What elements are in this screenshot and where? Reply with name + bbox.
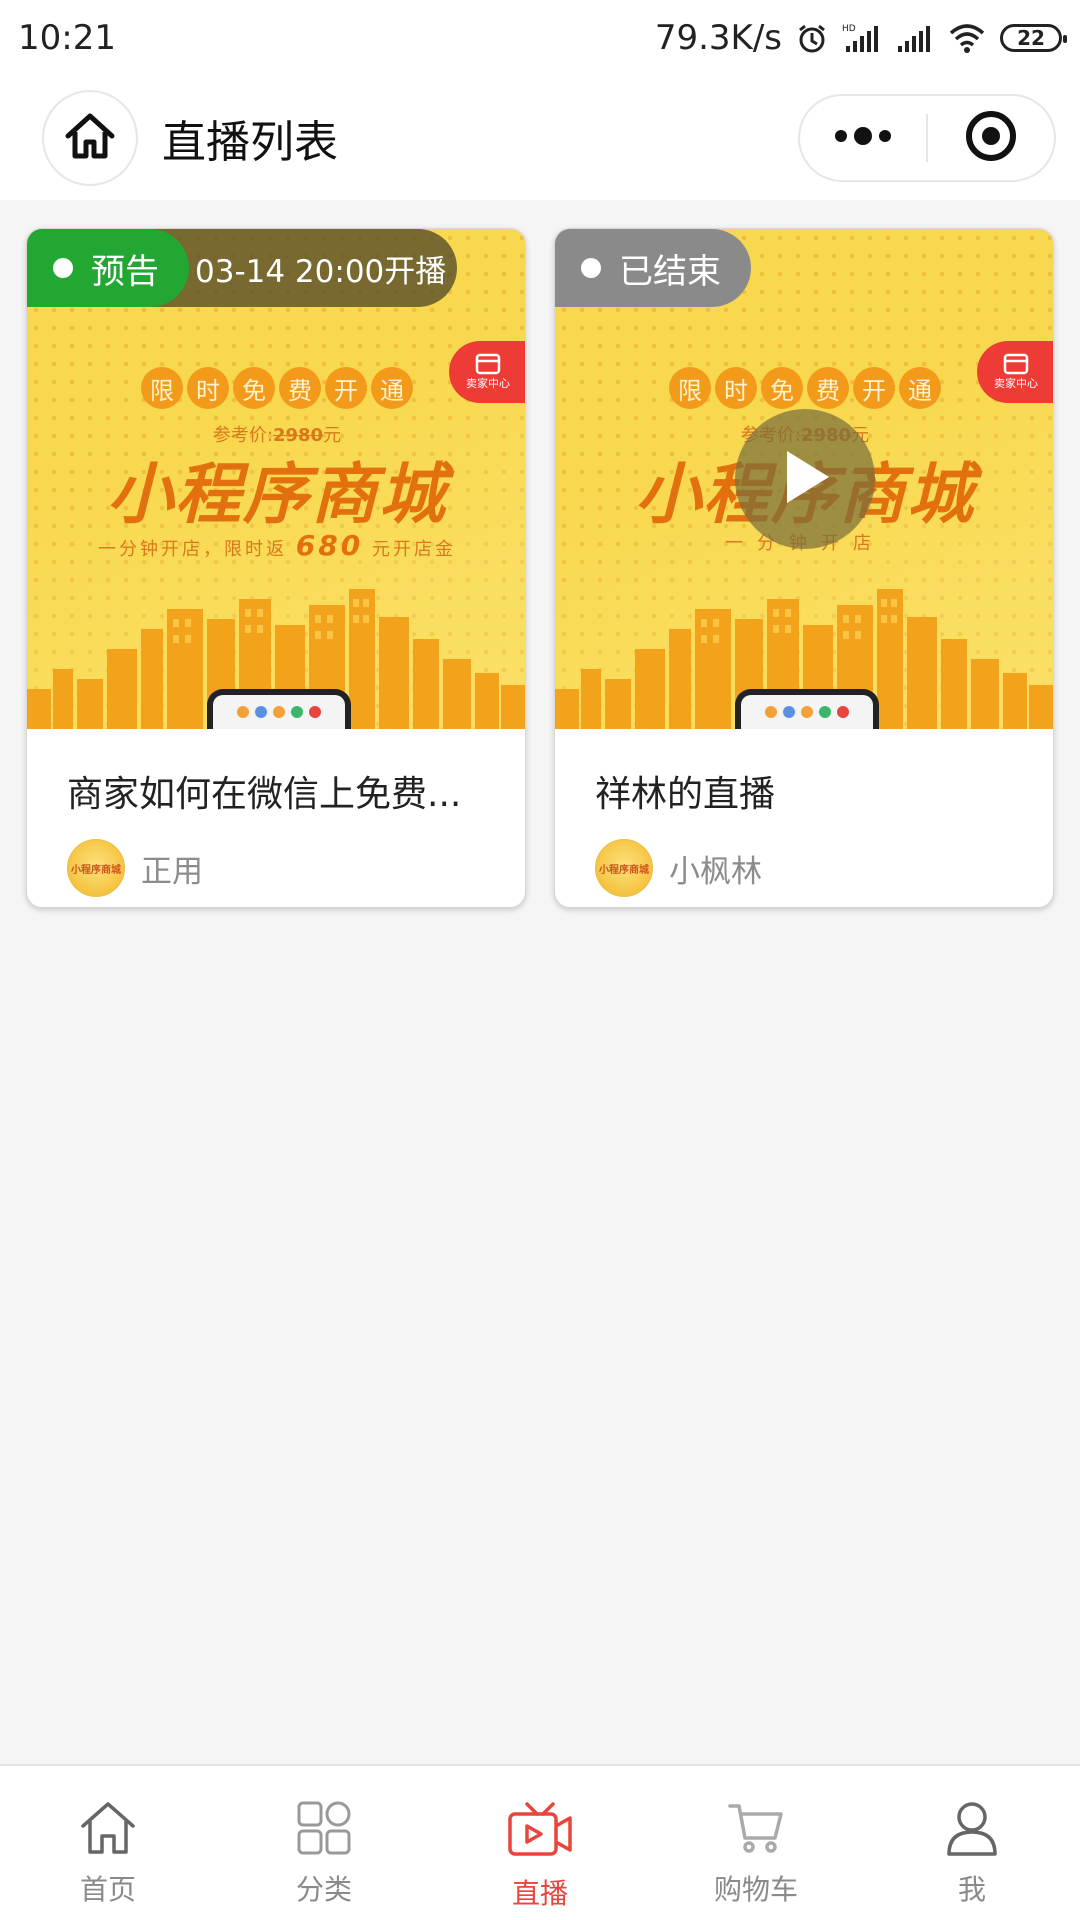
phone-mockup xyxy=(735,689,879,729)
status-bar: 10:21 79.3K/s HD 22 xyxy=(0,0,1080,76)
cover-pill: 免 xyxy=(233,367,275,409)
play-button[interactable] xyxy=(735,409,875,549)
avatar: 小程序商城 xyxy=(67,839,125,897)
cover-pill: 通 xyxy=(371,367,413,409)
cover-pill: 费 xyxy=(807,367,849,409)
signal-icon xyxy=(896,22,934,54)
live-title: 祥林的直播 xyxy=(595,774,776,815)
avatar: 小程序商城 xyxy=(595,839,653,897)
close-button[interactable] xyxy=(928,96,1054,180)
alarm-icon xyxy=(796,22,828,54)
cover-pill: 开 xyxy=(325,367,367,409)
status-badge: 已结束 xyxy=(555,229,751,307)
status-time: 10:21 xyxy=(18,18,116,58)
hd-signal-icon: HD xyxy=(842,22,882,54)
target-circle-icon xyxy=(963,108,1019,168)
author-name: 小枫林 xyxy=(669,853,762,890)
seller-center-badge: 卖家中心 xyxy=(977,341,1053,403)
live-card[interactable]: 限 时 免 费 开 通 参考价:2980元 小程序商城 一分钟开店 xyxy=(554,228,1054,908)
cover-subtitle: 一分钟开店，限时返 680 元开店金 xyxy=(98,529,456,562)
tab-bar: 首页 分类 直播 购物车 我 xyxy=(0,1764,1080,1920)
status-dot xyxy=(53,258,73,278)
cover-pill: 限 xyxy=(669,367,711,409)
author-name: 正用 xyxy=(141,853,203,890)
user-icon xyxy=(944,1800,1000,1860)
live-list: 限 时 免 费 开 通 参考价:2980元 小程序商城 一分钟开店，限时返 68… xyxy=(0,200,1080,1764)
more-dots-icon xyxy=(833,126,893,150)
home-icon xyxy=(64,112,116,164)
tab-home[interactable]: 首页 xyxy=(0,1766,216,1920)
cover-pill: 免 xyxy=(761,367,803,409)
tab-me[interactable]: 我 xyxy=(864,1766,1080,1920)
seller-center-badge: 卖家中心 xyxy=(449,341,525,403)
live-card[interactable]: 限 时 免 费 开 通 参考价:2980元 小程序商城 一分钟开店，限时返 68… xyxy=(26,228,526,908)
status-icons: 79.3K/s HD 22 xyxy=(654,18,1067,58)
tab-label: 首页 xyxy=(79,1873,136,1906)
status-badge: 预告 xyxy=(27,229,189,307)
page-title: 直播列表 xyxy=(162,117,338,168)
tab-label: 购物车 xyxy=(713,1873,798,1906)
phone-mockup xyxy=(207,689,351,729)
tab-label: 直播 xyxy=(511,1877,568,1910)
author-row: 小程序商城 小枫林 xyxy=(595,839,1013,897)
tab-cart[interactable]: 购物车 xyxy=(648,1766,864,1920)
home-button[interactable] xyxy=(42,90,138,186)
tab-category[interactable]: 分类 xyxy=(216,1766,432,1920)
tab-live[interactable]: 直播 xyxy=(432,1766,648,1920)
cover-headline: 小程序商城 xyxy=(107,456,447,533)
cover-pill: 限 xyxy=(141,367,183,409)
tab-label: 分类 xyxy=(295,1873,352,1906)
home-icon xyxy=(79,1800,137,1860)
live-cover[interactable]: 限 时 免 费 开 通 参考价:2980元 小程序商城 一分钟开店，限时返 68… xyxy=(27,229,525,729)
category-icon xyxy=(296,1800,352,1860)
live-cover[interactable]: 限 时 免 费 开 通 参考价:2980元 小程序商城 一分钟开店 xyxy=(555,229,1053,729)
battery-icon: 22 xyxy=(1000,24,1067,52)
cover-pill: 通 xyxy=(899,367,941,409)
cover-pill: 时 xyxy=(187,367,229,409)
cover-pill: 时 xyxy=(715,367,757,409)
cart-icon xyxy=(728,1800,784,1860)
live-title: 商家如何在微信上免费... xyxy=(67,774,462,815)
tab-label: 我 xyxy=(957,1873,986,1906)
status-dot xyxy=(581,258,601,278)
network-speed: 79.3K/s xyxy=(654,18,782,58)
cover-pill: 费 xyxy=(279,367,321,409)
author-row: 小程序商城 正用 xyxy=(67,839,485,897)
play-icon xyxy=(775,445,835,513)
cover-pill: 开 xyxy=(853,367,895,409)
nav-bar: 直播列表 xyxy=(0,76,1080,200)
more-button[interactable] xyxy=(800,96,926,180)
mini-program-capsule xyxy=(798,94,1056,182)
wifi-icon xyxy=(948,22,986,54)
live-tv-icon xyxy=(507,1800,573,1864)
svg-text:HD: HD xyxy=(842,24,856,34)
